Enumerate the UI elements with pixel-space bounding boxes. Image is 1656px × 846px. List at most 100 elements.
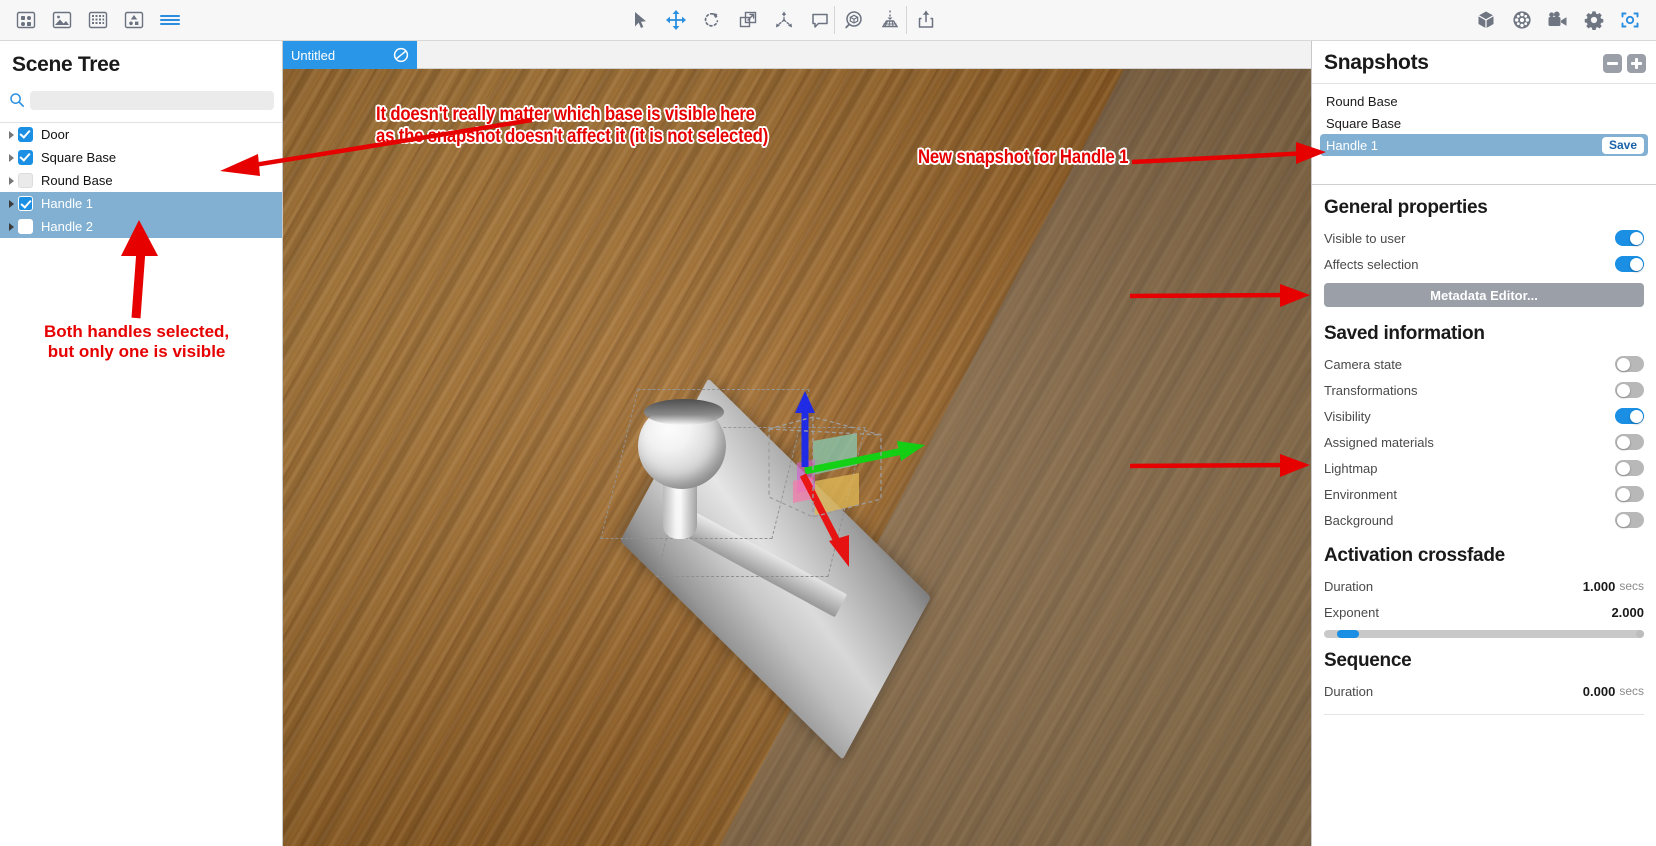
tree-item[interactable]: Square Base [0,146,282,169]
crossfade-exponent-row: Exponent 2.000 [1312,599,1656,625]
gizmo-arrow-z [795,391,815,413]
transform-gizmo[interactable] [753,389,933,569]
snapshot-item-label: Square Base [1326,115,1402,131]
general-properties-rows: Visible to user Affects selection [1312,225,1656,277]
tree-item-label: Door [41,127,70,142]
handle-assembly [600,378,1053,760]
tree-item[interactable]: Handle 2 [0,215,282,238]
shapes-icon[interactable] [116,0,152,40]
saved-info-toggle[interactable] [1615,356,1644,372]
scene-tree-list: Door Square Base Round Base Handle 1 Handle … [0,122,282,238]
inspector-panel: Snapshots Round Base Square Base Handle 1 S… [1311,41,1656,846]
saved-info-row: Assigned materials [1312,429,1656,455]
slider-knob[interactable] [1336,630,1359,638]
saved-info-row: Transformations [1312,377,1656,403]
edited-indicator-icon[interactable] [393,47,409,63]
saved-info-toggle[interactable] [1615,408,1644,424]
search-icon [6,89,28,111]
top-toolbar [0,0,1656,41]
tree-item-label: Square Base [41,150,117,165]
saved-info-row: Visibility [1312,403,1656,429]
video-camera-icon[interactable] [1540,0,1576,40]
chevron-right-icon[interactable] [4,223,18,231]
saved-info-toggle[interactable] [1615,434,1644,450]
saved-info-row: Camera state [1312,351,1656,377]
saved-information-rows: Camera state Transformations Visibility Ass… [1312,351,1656,533]
scene-tree-panel: Scene Tree Door Square Base Round Base Hand… [0,41,283,846]
general-property-row: Visible to user [1312,225,1656,251]
film-reel-icon[interactable] [1504,0,1540,40]
scale-icon[interactable] [730,0,766,40]
move-icon[interactable] [658,0,694,40]
tree-item[interactable]: Door [0,123,282,146]
crossfade-duration-value[interactable]: 1.000 [1583,579,1616,594]
sequence-divider [1324,714,1644,715]
tree-item[interactable]: Round Base [0,169,282,192]
chevron-right-icon[interactable] [4,177,18,185]
saved-info-label: Background [1324,512,1394,528]
app-window: Scene Tree Door Square Base Round Base Hand… [0,0,1656,846]
scene-tree-title: Scene Tree [12,53,120,76]
cube-icon[interactable] [1468,0,1504,40]
snapshot-item[interactable]: Round Base [1320,90,1648,112]
general-property-toggle[interactable] [1615,230,1644,246]
visibility-checkbox[interactable] [18,219,33,234]
snapshot-item[interactable]: Handle 1 Save [1320,134,1648,156]
tree-item[interactable]: Handle 1 [0,192,282,215]
inspect-object-icon[interactable] [836,0,872,40]
tree-item-label: Handle 1 [41,196,94,211]
saved-info-label: Assigned materials [1324,434,1434,450]
sequence-duration-value[interactable]: 0.000 [1583,684,1616,699]
saved-info-toggle[interactable] [1615,512,1644,528]
snapshot-save-button[interactable]: Save [1601,136,1644,154]
general-property-toggle[interactable] [1615,256,1644,272]
explode-icon[interactable] [766,0,802,40]
saved-info-row: Environment [1312,481,1656,507]
saved-info-toggle[interactable] [1615,382,1644,398]
gear-icon[interactable] [1576,0,1612,40]
viewport-tab-label: Untitled [291,47,336,63]
rotate-icon[interactable] [694,0,730,40]
objects-grid-icon[interactable] [8,0,44,40]
metadata-editor-button[interactable]: Metadata Editor... [1324,283,1644,307]
saved-info-toggle[interactable] [1615,486,1644,502]
viewport-tab-untitled[interactable]: Untitled [283,41,417,69]
general-property-row: Affects selection [1312,251,1656,277]
visibility-checkbox[interactable] [18,196,33,211]
general-properties-title: General properties [1324,197,1488,218]
toolbar-left-group [8,0,188,40]
visibility-checkbox[interactable] [18,173,33,188]
remove-snapshot-button[interactable] [1603,53,1622,73]
viewport-3d[interactable]: Untitled [283,41,1311,846]
snapshot-item-label: Handle 1 [1326,137,1379,153]
toolbar-export-group [908,0,944,40]
crossfade-exponent-value[interactable]: 2.000 [1611,605,1644,620]
crossfade-exponent-slider[interactable] [1324,630,1644,638]
visibility-checkbox[interactable] [18,127,33,142]
hamburger-menu-icon[interactable] [152,0,188,40]
sequence-duration-row: Duration 0.000 secs [1312,678,1656,704]
chevron-right-icon[interactable] [4,131,18,139]
chevron-right-icon[interactable] [4,200,18,208]
select-arrow-icon[interactable] [622,0,658,40]
snapshot-item-label: Round Base [1326,93,1398,109]
saved-info-label: Lightmap [1324,460,1378,476]
search-input[interactable] [30,90,274,110]
crossfade-exponent-label: Exponent [1324,604,1379,620]
handle-knob [638,399,726,489]
snapshot-icon[interactable] [1612,0,1648,40]
image-icon[interactable] [44,0,80,40]
sequence-title: Sequence [1324,650,1412,671]
texture-grid-icon[interactable] [80,0,116,40]
snapshots-header: Snapshots [1312,41,1656,83]
saved-info-toggle[interactable] [1615,460,1644,476]
saved-info-row: Background [1312,507,1656,533]
viewport-scene [283,69,1311,846]
tree-item-label: Handle 2 [41,219,94,234]
add-snapshot-button[interactable] [1627,53,1646,73]
share-export-icon[interactable] [908,0,944,40]
chevron-right-icon[interactable] [4,154,18,162]
snapshot-item[interactable]: Square Base [1320,112,1648,134]
visibility-checkbox[interactable] [18,150,33,165]
sequence-duration-label: Duration [1324,683,1374,699]
